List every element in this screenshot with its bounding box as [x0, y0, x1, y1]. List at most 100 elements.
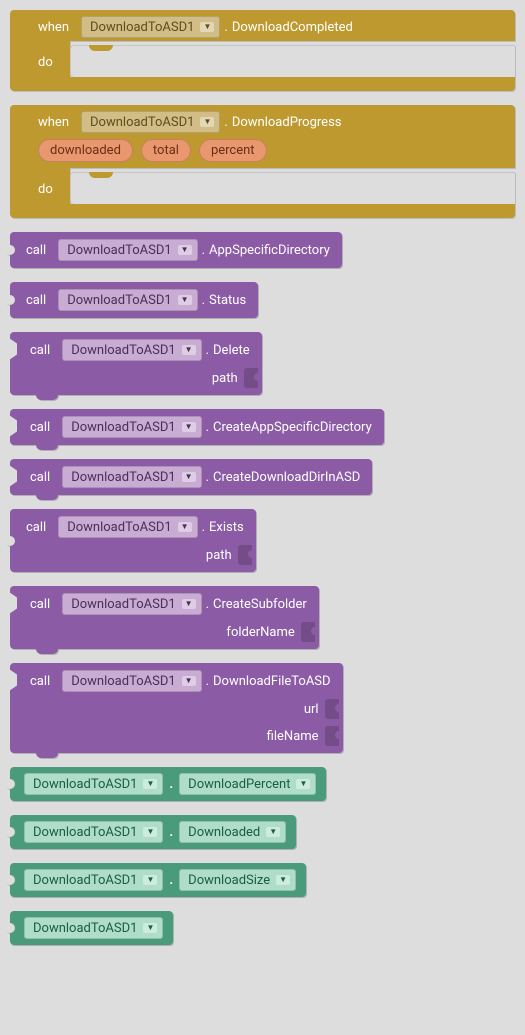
property-block-downloadsize[interactable]: DownloadToASD1 ▼. DownloadSize ▼ — [10, 863, 306, 897]
call-keyword: call — [26, 293, 46, 308]
event-dot: . — [224, 115, 227, 130]
component-dropdown-label: DownloadToASD1 — [33, 921, 137, 936]
call-keyword: call — [30, 674, 50, 689]
method-dot: . — [206, 420, 209, 435]
component-dropdown-label: DownloadToASD1 — [71, 470, 175, 485]
method-dot: . — [206, 597, 209, 612]
chevron-down-icon: ▼ — [182, 345, 196, 355]
arg-slot[interactable] — [325, 726, 339, 746]
property-block-component[interactable]: DownloadToASD1 ▼ — [10, 911, 173, 945]
when-keyword: when — [38, 115, 69, 130]
event-block-download-progress[interactable]: when DownloadToASD1 ▼ .DownloadProgress … — [10, 105, 515, 218]
component-dropdown[interactable]: DownloadToASD1 ▼ — [62, 339, 201, 361]
component-dropdown-label: DownloadToASD1 — [33, 873, 137, 888]
call-keyword: call — [26, 520, 46, 535]
arg-label: path — [206, 548, 232, 563]
chevron-down-icon: ▼ — [143, 875, 157, 885]
do-slot[interactable] — [70, 45, 515, 77]
component-dropdown-label: DownloadToASD1 — [90, 115, 194, 130]
property-dropdown[interactable]: DownloadSize ▼ — [179, 869, 296, 891]
chevron-down-icon: ▼ — [266, 827, 280, 837]
call-block-exists[interactable]: call DownloadToASD1▼. Exists path — [10, 509, 256, 572]
component-dropdown-label: DownloadToASD1 — [67, 243, 171, 258]
call-block-createdownloaddirinasd[interactable]: callDownloadToASD1▼.CreateDownloadDirInA… — [10, 459, 372, 495]
call-keyword: call — [30, 420, 50, 435]
call-block-delete[interactable]: callDownloadToASD1▼.Deletepath — [10, 332, 262, 395]
call-block-createsubfolder[interactable]: callDownloadToASD1▼.CreateSubfolderfolde… — [10, 586, 319, 649]
method-dot: . — [206, 674, 209, 689]
component-dropdown-label: DownloadToASD1 — [67, 520, 171, 535]
event-name: DownloadProgress — [232, 115, 342, 130]
chevron-down-icon: ▼ — [182, 422, 196, 432]
method-dot: . — [202, 520, 205, 535]
property-dropdown[interactable]: DownloadPercent ▼ — [179, 773, 316, 795]
property-dropdown-label: DownloadPercent — [188, 777, 290, 792]
chevron-down-icon: ▼ — [182, 599, 196, 609]
do-keyword: do — [38, 55, 53, 70]
component-dropdown[interactable]: DownloadToASD1 ▼ — [62, 593, 201, 615]
component-dropdown[interactable]: DownloadToASD1 ▼ — [62, 416, 201, 438]
component-dropdown-label: DownloadToASD1 — [71, 420, 175, 435]
component-dropdown-label: DownloadToASD1 — [71, 674, 175, 689]
component-dropdown-label: DownloadToASD1 — [71, 343, 175, 358]
property-block-downloaded[interactable]: DownloadToASD1▼.Downloaded▼ — [10, 815, 296, 849]
property-dropdown-label: Downloaded — [188, 825, 260, 840]
arg-slot[interactable] — [238, 545, 252, 565]
arg-label: folderName — [226, 625, 294, 640]
call-block-downloadfiletoasd[interactable]: callDownloadToASD1▼.DownloadFileToASDurl… — [10, 663, 343, 753]
chevron-down-icon: ▼ — [178, 245, 192, 255]
component-dropdown[interactable]: DownloadToASD1 ▼ — [81, 16, 220, 38]
chevron-down-icon: ▼ — [296, 779, 310, 789]
component-dropdown[interactable]: DownloadToASD1 ▼ — [58, 239, 197, 261]
component-dropdown[interactable]: DownloadToASD1▼ — [24, 821, 163, 843]
component-dropdown[interactable]: DownloadToASD1▼ — [58, 516, 197, 538]
chevron-down-icon: ▼ — [276, 875, 290, 885]
component-dropdown-label: DownloadToASD1 — [90, 20, 194, 35]
chevron-down-icon: ▼ — [143, 779, 157, 789]
component-dropdown-label: DownloadToASD1 — [67, 293, 171, 308]
arg-slot[interactable] — [301, 622, 315, 642]
method-dot: . — [206, 343, 209, 358]
method-dot: . — [202, 293, 205, 308]
arg-label: path — [212, 371, 238, 386]
call-block-createappspecificdirectory[interactable]: call DownloadToASD1 ▼. CreateAppSpecificDir… — [10, 409, 384, 445]
arg-slot[interactable] — [244, 368, 258, 388]
arg-label: fileName — [267, 729, 319, 744]
event-param[interactable]: total — [141, 139, 191, 162]
when-keyword: when — [38, 20, 69, 35]
component-dropdown[interactable]: DownloadToASD1 ▼ — [24, 773, 163, 795]
call-keyword: call — [26, 243, 46, 258]
event-param[interactable]: downloaded — [38, 139, 133, 162]
method-dot: . — [206, 470, 209, 485]
call-keyword: call — [30, 597, 50, 612]
component-dropdown[interactable]: DownloadToASD1 ▼ — [58, 289, 197, 311]
property-dropdown-label: DownloadSize — [188, 873, 270, 888]
component-dropdown[interactable]: DownloadToASD1 ▼ — [62, 466, 201, 488]
call-block-status[interactable]: call DownloadToASD1 ▼. Status — [10, 282, 258, 318]
chevron-down-icon: ▼ — [200, 117, 214, 127]
method-name: CreateAppSpecificDirectory — [213, 420, 372, 435]
method-name: AppSpecificDirectory — [209, 243, 330, 258]
event-block-download-completed[interactable]: when DownloadToASD1 ▼ .DownloadCompleted… — [10, 10, 515, 91]
component-dropdown-label: DownloadToASD1 — [33, 825, 137, 840]
component-dropdown-label: DownloadToASD1 — [71, 597, 175, 612]
chevron-down-icon: ▼ — [143, 923, 157, 933]
property-dot: . — [163, 873, 179, 888]
component-dropdown[interactable]: DownloadToASD1 ▼ — [24, 869, 163, 891]
property-block-downloadpercent[interactable]: DownloadToASD1▼.DownloadPercent▼ — [10, 767, 326, 801]
do-slot[interactable] — [70, 172, 515, 204]
component-dropdown[interactable]: DownloadToASD1 ▼ — [24, 917, 163, 939]
call-block-appspecificdirectory[interactable]: callDownloadToASD1▼.AppSpecificDirectory — [10, 232, 342, 268]
method-name: Status — [209, 293, 246, 308]
method-name: Exists — [209, 520, 244, 535]
component-dropdown[interactable]: DownloadToASD1▼ — [62, 670, 201, 692]
method-name: Delete — [213, 343, 250, 358]
component-dropdown[interactable]: DownloadToASD1 ▼ — [81, 111, 220, 133]
arg-slot[interactable] — [325, 699, 339, 719]
event-param[interactable]: percent — [199, 139, 267, 162]
chevron-down-icon: ▼ — [178, 295, 192, 305]
component-dropdown-label: DownloadToASD1 — [33, 777, 137, 792]
method-name: CreateDownloadDirInASD — [213, 470, 360, 485]
property-dropdown[interactable]: Downloaded ▼ — [179, 821, 286, 843]
chevron-down-icon: ▼ — [182, 472, 196, 482]
